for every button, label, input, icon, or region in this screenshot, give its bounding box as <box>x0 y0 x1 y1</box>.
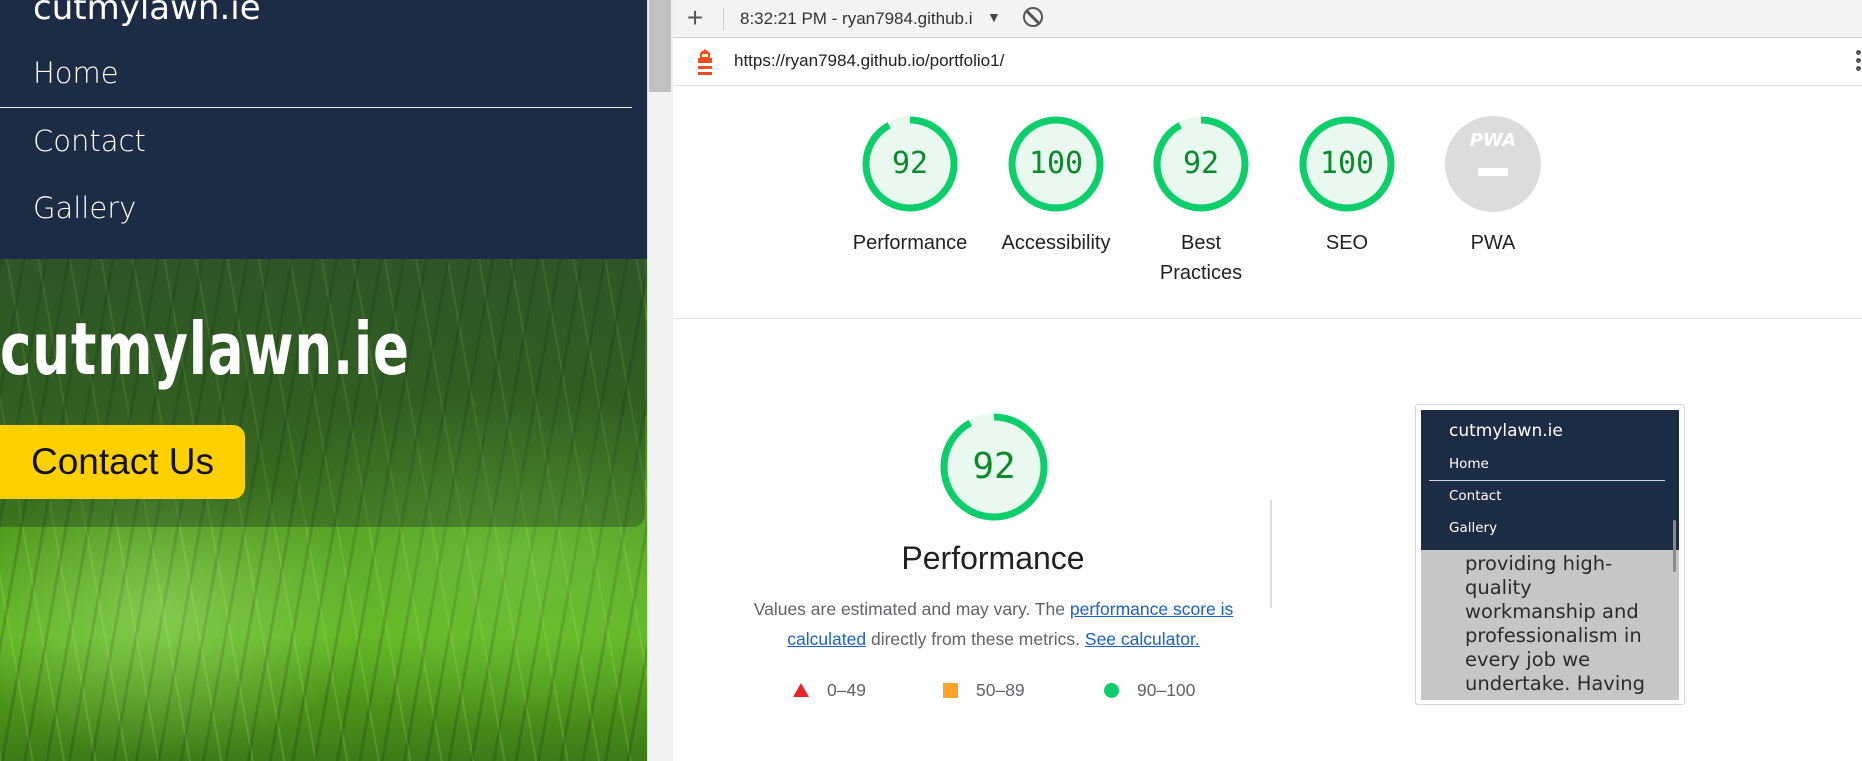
see-calculator-link[interactable]: See calculator. <box>1085 629 1200 649</box>
gauge-label: SEO <box>1325 232 1369 254</box>
gauge-label: Performance <box>852 232 968 254</box>
thumb-body-text: service while providing high-quality wor… <box>1465 528 1646 695</box>
square-icon <box>943 683 958 698</box>
site-brand[interactable]: cutmylawn.ie <box>33 0 261 28</box>
performance-gauge: 92 <box>939 412 1049 522</box>
performance-title: Performance <box>901 540 1085 576</box>
desc-middle: directly from these metrics. <box>866 629 1085 649</box>
report-selector[interactable]: 8:32:21 PM - ryan7984.github.i <box>740 9 972 29</box>
site-navbar: cutmylawn.ie Home Contact Gallery <box>0 0 647 259</box>
section-divider <box>673 318 1862 319</box>
legend-fail: 0–49 <box>793 680 866 701</box>
hero-section: cutmylawn.ie Contact Us <box>0 259 647 761</box>
triangle-icon <box>793 683 809 697</box>
new-report-button[interactable]: + <box>683 3 707 33</box>
nav-item-home[interactable]: Home <box>33 56 119 90</box>
contact-us-button[interactable]: Contact Us <box>0 425 245 499</box>
circle-icon <box>1104 683 1119 698</box>
performance-score: 92 <box>972 446 1016 487</box>
hero-overlay: cutmylawn.ie Contact Us <box>0 259 645 527</box>
thumb-divider <box>1429 480 1665 481</box>
lighthouse-panel: + 8:32:21 PM - ryan7984.github.i ▼ https… <box>673 0 1862 761</box>
legend-pass: 90–100 <box>1104 680 1195 701</box>
nav-item-contact[interactable]: Contact <box>33 124 146 158</box>
thumb-nav-gallery: Gallery <box>1449 520 1498 536</box>
screenshot-image: service while providing high-quality wor… <box>1421 410 1679 700</box>
gauge-score: 100 <box>1028 146 1084 181</box>
dash-icon <box>1478 168 1508 176</box>
gauge-label: PWA <box>1470 232 1516 254</box>
clear-reports-icon[interactable] <box>1023 7 1043 27</box>
pwa-badge-icon: PWA <box>1445 116 1541 212</box>
gauge-score: 92 <box>891 146 929 181</box>
lighthouse-logo-icon <box>698 49 712 75</box>
thumb-nav-contact: Contact <box>1449 488 1502 504</box>
desc-prefix: Values are estimated and may vary. The <box>753 599 1070 619</box>
legend-average-label: 50–89 <box>976 680 1025 700</box>
gauge-best-practices[interactable]: 92 Best Practices <box>1136 116 1266 288</box>
legend-fail-label: 0–49 <box>827 680 866 700</box>
vertical-divider <box>1270 500 1272 608</box>
gauge-label: Best Practices <box>1159 232 1243 284</box>
performance-description: Values are estimated and may vary. The p… <box>751 594 1236 654</box>
final-screenshot[interactable]: service while providing high-quality wor… <box>1415 404 1685 705</box>
hero-title: cutmylawn.ie <box>0 307 410 391</box>
gauge-accessibility[interactable]: 100 Accessibility <box>991 116 1121 258</box>
gauge-performance[interactable]: 92 Performance <box>845 116 975 258</box>
legend-average: 50–89 <box>943 680 1025 701</box>
thumb-nav-home: Home <box>1449 456 1489 472</box>
report-url-bar: https://ryan7984.github.io/portfolio1/ <box>673 38 1862 86</box>
site-preview: cutmylawn.ie Home Contact Gallery cutmyl… <box>0 0 647 761</box>
gauge-pwa[interactable]: PWA PWA <box>1428 116 1558 258</box>
lighthouse-toolbar: + 8:32:21 PM - ryan7984.github.i ▼ <box>673 0 1862 38</box>
gauge-score: 92 <box>1182 146 1220 181</box>
gauge-seo[interactable]: 100 SEO <box>1282 116 1412 258</box>
nav-divider <box>0 107 632 108</box>
gauge-score: 100 <box>1319 146 1375 181</box>
chevron-down-icon[interactable]: ▼ <box>987 9 1001 25</box>
thumb-scrollbar <box>1673 520 1676 572</box>
more-options-icon[interactable] <box>1856 50 1862 74</box>
legend-pass-label: 90–100 <box>1137 680 1196 700</box>
toolbar-separator <box>723 8 724 30</box>
pwa-badge-text: PWA <box>1469 130 1517 151</box>
nav-item-gallery[interactable]: Gallery <box>33 191 136 225</box>
site-scrollbar-track[interactable] <box>647 0 673 761</box>
thumb-brand: cutmylawn.ie <box>1449 421 1563 441</box>
thumb-navbar: cutmylawn.ie Home Contact Gallery <box>1421 410 1679 550</box>
site-scrollbar-thumb[interactable] <box>649 0 671 92</box>
gauge-label: Accessibility <box>1001 232 1111 254</box>
report-url[interactable]: https://ryan7984.github.io/portfolio1/ <box>734 51 1004 71</box>
